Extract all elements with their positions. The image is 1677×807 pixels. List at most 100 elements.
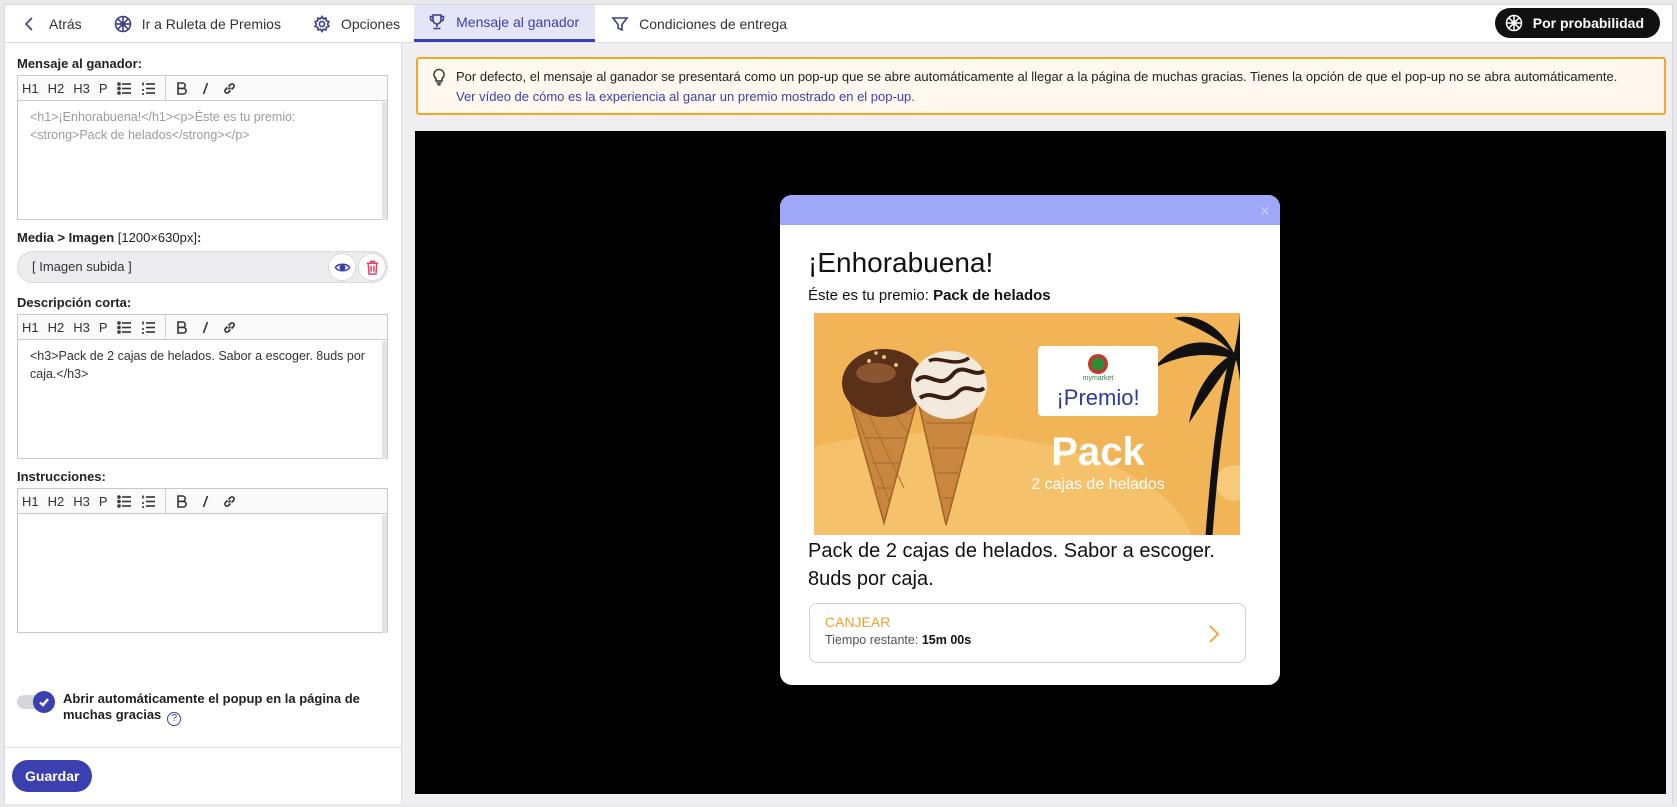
panel-footer: Guardar xyxy=(5,747,401,804)
instructions-content[interactable] xyxy=(18,514,387,632)
italic-icon[interactable] xyxy=(198,320,213,335)
tab-delivery-conditions-label: Condiciones de entrega xyxy=(639,15,788,32)
auto-open-toggle[interactable] xyxy=(17,691,55,713)
h1-button[interactable]: H1 xyxy=(22,494,39,509)
h3-button[interactable]: H3 xyxy=(73,320,90,335)
prize-line: Éste es tu premio: Pack de helados xyxy=(808,287,1051,304)
image-subtitle: 2 cajas de helados xyxy=(1031,476,1164,493)
redeem-timer: Tiempo restante: 15m 00s xyxy=(825,633,1230,647)
h1-button[interactable]: H1 xyxy=(22,320,39,335)
media-image-value: [ Imagen subida ] xyxy=(32,259,132,274)
tab-back[interactable]: Atrás xyxy=(5,5,96,42)
bold-icon[interactable] xyxy=(174,81,189,96)
redeem-label: CANJEAR xyxy=(825,614,891,630)
numbered-list-icon[interactable] xyxy=(141,320,156,335)
tab-back-label: Atrás xyxy=(49,15,82,32)
winner-popup: × ¡Enhorabuena! Éste es tu premio: Pack … xyxy=(780,195,1280,685)
italic-icon[interactable] xyxy=(198,494,213,509)
settings-panel: Mensaje al ganador: H1 H2 H3 P <h1>¡Enho… xyxy=(5,43,402,804)
by-probability-button[interactable]: Por probabilidad xyxy=(1494,8,1660,38)
link-icon[interactable] xyxy=(222,81,237,96)
lightbulb-icon xyxy=(431,68,447,86)
image-pack: Pack xyxy=(1051,430,1145,474)
tab-options-label: Opciones xyxy=(340,15,401,32)
italic-icon[interactable] xyxy=(198,81,213,96)
h2-button[interactable]: H2 xyxy=(48,494,65,509)
app-window: Atrás Ir a Ruleta de Premios Opciones Me… xyxy=(4,4,1673,804)
paragraph-button[interactable]: P xyxy=(99,320,108,335)
image-headline: ¡Premio! xyxy=(1056,385,1139,410)
gear-icon xyxy=(313,14,331,33)
help-icon[interactable]: ? xyxy=(167,712,182,726)
by-probability-label: Por probabilidad xyxy=(1532,15,1644,31)
media-image-field[interactable]: [ Imagen subida ] xyxy=(17,251,388,283)
popup-title: ¡Enhorabuena! xyxy=(808,247,994,278)
close-icon[interactable]: × xyxy=(1259,201,1270,222)
toolbar-divider xyxy=(164,314,166,340)
filter-icon xyxy=(611,16,629,31)
popup-description: Pack de 2 cajas de helados. Sabor a esco… xyxy=(808,540,1215,590)
numbered-list-icon[interactable] xyxy=(141,494,156,509)
bullet-list-icon[interactable] xyxy=(116,320,132,335)
preview-area: Por defecto, el mensaje al ganador se pr… xyxy=(402,43,1672,804)
delete-image-button[interactable] xyxy=(358,253,386,281)
instructions-label: Instrucciones: xyxy=(17,469,106,484)
info-notice: Por defecto, el mensaje al ganador se pr… xyxy=(416,57,1666,115)
tab-delivery-conditions[interactable]: Condiciones de entrega xyxy=(595,5,801,42)
tab-winner-message-label: Mensaje al ganador xyxy=(456,14,580,30)
timer-value: 15m 00s xyxy=(921,633,972,647)
paragraph-button[interactable]: P xyxy=(99,81,108,96)
tab-roulette[interactable]: Ir a Ruleta de Premios xyxy=(96,5,295,42)
editor-toolbar: H1 H2 H3 P xyxy=(18,314,387,340)
video-link[interactable]: Ver vídeo de cómo es la experiencia al g… xyxy=(456,87,1652,107)
redeem-card[interactable]: CANJEAR Tiempo restante: 15m 00s xyxy=(809,603,1246,663)
link-icon[interactable] xyxy=(222,320,237,335)
editor-scrollbar[interactable] xyxy=(382,341,387,459)
bold-icon[interactable] xyxy=(174,494,189,509)
h3-button[interactable]: H3 xyxy=(73,494,90,509)
h1-button[interactable]: H1 xyxy=(22,81,39,96)
h3-button[interactable]: H3 xyxy=(73,81,90,96)
h2-button[interactable]: H2 xyxy=(48,81,65,96)
bold-icon[interactable] xyxy=(174,320,189,335)
popup-header: × xyxy=(780,195,1280,225)
tab-options[interactable]: Opciones xyxy=(295,5,414,42)
instructions-editor: H1 H2 H3 P xyxy=(17,488,388,633)
editor-toolbar: H1 H2 H3 P xyxy=(18,75,387,101)
winner-message-content[interactable]: <h1>¡Enhorabuena!</h1><p>Éste es tu prem… xyxy=(18,101,387,219)
bullet-list-icon[interactable] xyxy=(116,81,132,96)
media-size-hint: [1200×630px] xyxy=(117,230,197,245)
check-icon xyxy=(39,698,49,707)
top-tab-bar: Atrás Ir a Ruleta de Premios Opciones Me… xyxy=(5,5,1672,43)
bullet-list-icon[interactable] xyxy=(116,494,132,509)
editor-toolbar: H1 H2 H3 P xyxy=(18,488,387,514)
popup-preview: × ¡Enhorabuena! Éste es tu premio: Pack … xyxy=(415,131,1666,794)
winner-message-label: Mensaje al ganador: xyxy=(17,56,142,71)
winner-message-editor: H1 H2 H3 P <h1>¡Enhorabuena!</h1><p>Éste… xyxy=(17,75,388,220)
preview-eye-button[interactable] xyxy=(328,253,356,281)
short-description-label: Descripción corta: xyxy=(17,295,132,310)
h2-button[interactable]: H2 xyxy=(48,320,65,335)
toggle-knob xyxy=(33,691,55,713)
auto-open-label-text: Abrir automáticamente el popup en la pág… xyxy=(63,691,360,722)
tab-winner-message[interactable]: Mensaje al ganador xyxy=(414,5,596,42)
tab-roulette-label: Ir a Ruleta de Premios xyxy=(141,15,281,32)
media-label-text: Media > Imagen xyxy=(17,230,115,245)
short-description-content[interactable]: <h3>Pack de 2 cajas de helados. Sabor a … xyxy=(18,340,387,458)
link-icon[interactable] xyxy=(222,494,237,509)
prize-image: mymarket ¡Premio! Pack 2 cajas de helado… xyxy=(814,313,1240,535)
prize-prefix: Éste es tu premio: xyxy=(808,287,929,304)
editor-scrollbar[interactable] xyxy=(382,515,387,633)
wheel-icon xyxy=(1505,14,1523,32)
media-label-colon: : xyxy=(196,230,202,245)
paragraph-button[interactable]: P xyxy=(99,494,108,509)
trophy-icon xyxy=(429,14,445,30)
save-button[interactable]: Guardar xyxy=(12,760,93,792)
editor-scrollbar[interactable] xyxy=(382,102,387,220)
auto-open-label: Abrir automáticamente el popup en la pág… xyxy=(63,691,383,726)
timer-label: Tiempo restante: xyxy=(825,633,919,647)
numbered-list-icon[interactable] xyxy=(141,81,156,96)
toolbar-divider xyxy=(164,488,166,514)
prize-name: Pack de helados xyxy=(933,287,1051,304)
chevron-left-icon xyxy=(24,16,33,31)
